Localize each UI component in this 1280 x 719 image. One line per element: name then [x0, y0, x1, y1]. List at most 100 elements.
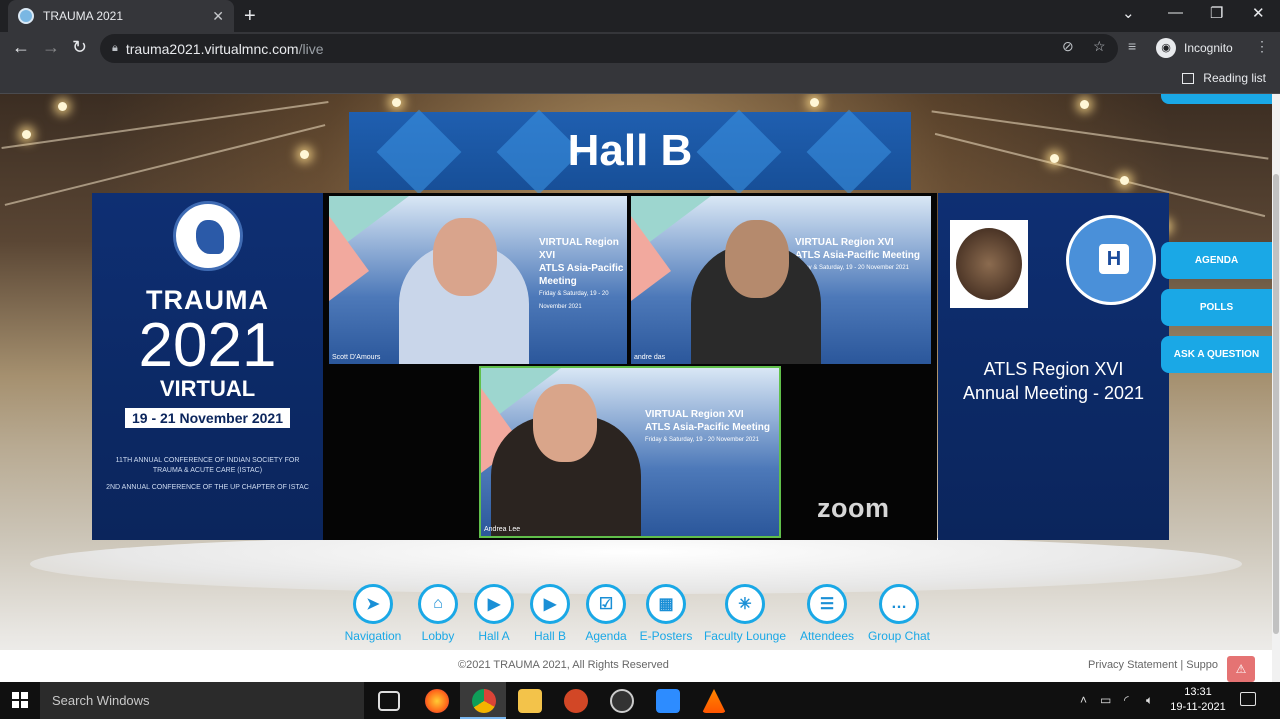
- top-tab-button[interactable]: [1161, 94, 1272, 104]
- media-queue-icon[interactable]: ≡: [1128, 38, 1136, 54]
- powerpoint-icon[interactable]: [564, 689, 588, 713]
- slide-line-1: VIRTUAL Region XVI: [795, 237, 894, 248]
- windows-start-icon[interactable]: [12, 692, 29, 709]
- taskbar-search[interactable]: Search Windows: [40, 682, 364, 719]
- task-view-icon[interactable]: [378, 691, 400, 711]
- atls-title-line-2: Annual Meeting - 2021: [962, 383, 1145, 403]
- polls-button[interactable]: POLLS: [1161, 289, 1272, 326]
- video-tile-active-speaker[interactable]: VIRTUAL Region XVI ATLS Asia-Pacific Mee…: [479, 366, 781, 538]
- reading-list-label: Reading list: [1203, 71, 1266, 85]
- ask-question-button[interactable]: ASK A QUESTION: [1161, 336, 1272, 373]
- chrome-icon[interactable]: [472, 689, 496, 713]
- close-window-button[interactable]: ✕: [1252, 4, 1265, 22]
- video-tile[interactable]: VIRTUAL Region XVI ATLS Asia-Pacific Mee…: [329, 196, 627, 364]
- notification-center-icon[interactable]: [1240, 692, 1256, 706]
- incognito-label: Incognito: [1184, 41, 1233, 55]
- site-favicon-icon: [18, 8, 34, 24]
- footer-links[interactable]: Privacy Statement | Suppo: [1088, 659, 1218, 671]
- tab-close-icon[interactable]: ✕: [212, 8, 224, 25]
- nav-group-chat[interactable]: … Group Chat: [865, 584, 933, 643]
- nav-navigation[interactable]: ➤ Navigation: [338, 584, 408, 643]
- minimize-button[interactable]: —: [1168, 4, 1183, 21]
- vlc-icon[interactable]: [702, 689, 726, 713]
- bookmark-star-icon[interactable]: ☆: [1093, 38, 1106, 55]
- slide-line-3: Friday & Saturday, 19 - 20 November 2021: [795, 265, 909, 271]
- chat-bubble-icon: …: [879, 584, 919, 624]
- slide-line-1: VIRTUAL Region XVI: [539, 237, 619, 261]
- nav-hall-b[interactable]: ▶ Hall B: [529, 584, 571, 643]
- event-dates: 19 - 21 November 2021: [125, 408, 290, 428]
- slide-line-1: VIRTUAL Region XVI: [645, 409, 744, 420]
- new-tab-button[interactable]: +: [244, 5, 256, 28]
- virtual-text: VIRTUAL: [159, 376, 256, 401]
- atls-banner: ATLS Region XVI Annual Meeting - 2021: [938, 193, 1169, 540]
- clock-time: 13:31: [1184, 686, 1212, 698]
- maximize-button[interactable]: ❐: [1210, 4, 1223, 22]
- obs-icon[interactable]: [610, 689, 634, 713]
- scrollbar-thumb[interactable]: [1273, 174, 1279, 634]
- forward-arrow-icon[interactable]: →: [42, 37, 60, 58]
- page-scrollbar[interactable]: [1272, 94, 1280, 682]
- page-footer: ©2021 TRAUMA 2021, All Rights Reserved P…: [0, 650, 1272, 682]
- lock-icon: 🔒︎: [112, 42, 118, 54]
- tab-search-chevron-icon[interactable]: ⌄: [1122, 4, 1135, 22]
- nav-label: Navigation: [344, 629, 402, 643]
- firefox-icon[interactable]: [425, 689, 449, 713]
- nav-attendees[interactable]: ☰ Attendees: [797, 584, 857, 643]
- participant-name: andre das: [634, 354, 666, 361]
- search-placeholder: Search Windows: [52, 693, 150, 708]
- nav-e-posters[interactable]: ▦ E-Posters: [637, 584, 695, 643]
- nav-agenda[interactable]: ☑ Agenda: [583, 584, 629, 643]
- nav-label: Group Chat: [867, 629, 931, 643]
- nav-label: Hall A: [478, 629, 510, 643]
- nav-label: Agenda: [585, 629, 627, 643]
- reading-list-button[interactable]: Reading list: [1182, 71, 1266, 85]
- warning-alert-button[interactable]: ⚠: [1227, 656, 1255, 682]
- back-arrow-icon[interactable]: ←: [12, 37, 30, 58]
- slide-line-2: ATLS Asia-Pacific Meeting: [645, 422, 771, 433]
- volume-icon[interactable]: 🔈︎: [1146, 693, 1153, 708]
- tray-chevron-icon[interactable]: ˄: [1080, 693, 1087, 707]
- participant-name: Scott D'Amours: [332, 354, 381, 361]
- wifi-icon[interactable]: ◜: [1124, 693, 1129, 707]
- tab-title: TRAUMA 2021: [43, 9, 124, 23]
- battery-icon[interactable]: ▭: [1100, 693, 1111, 707]
- page-viewport: Hall B TRAUMA 2021 VIRTUAL 19 - 21 Novem…: [0, 94, 1280, 682]
- third-party-cookies-blocked-icon[interactable]: ⊘: [1062, 38, 1074, 55]
- clipboard-checklist-icon: ☑: [586, 584, 626, 624]
- address-bar[interactable]: 🔒︎ trauma2021.virtualmnc.com /live: [100, 34, 1118, 63]
- nav-lobby[interactable]: ⌂ Lobby: [417, 584, 459, 643]
- agenda-button[interactable]: AGENDA: [1161, 242, 1272, 279]
- file-explorer-icon[interactable]: [518, 689, 542, 713]
- bookmarks-bar: Reading list: [0, 65, 1280, 94]
- nav-label: Attendees: [799, 629, 855, 643]
- browser-tab[interactable]: TRAUMA 2021 ✕: [8, 0, 234, 32]
- conference-line-2: 2ND ANNUAL CONFERENCE OF THE UP CHAPTER …: [106, 484, 309, 491]
- incognito-indicator[interactable]: ◉ Incognito: [1156, 36, 1233, 60]
- reading-list-icon: [1182, 72, 1195, 84]
- atls-logo-icon: [1066, 215, 1156, 305]
- atls-title-line-1: ATLS Region XVI: [983, 359, 1124, 379]
- college-seal-icon: [950, 220, 1028, 308]
- nav-hall-a[interactable]: ▶ Hall A: [473, 584, 515, 643]
- zoom-app-icon[interactable]: [656, 689, 680, 713]
- copyright-text: ©2021 TRAUMA 2021, All Rights Reserved: [458, 659, 669, 671]
- hall-banner: Hall B: [349, 109, 911, 195]
- poster-board-icon: ▦: [646, 584, 686, 624]
- clock-date: 19-11-2021: [1170, 701, 1226, 713]
- id-badge-icon: ☰: [807, 584, 847, 624]
- reload-icon[interactable]: ↻: [72, 37, 87, 58]
- zoom-meeting-video[interactable]: VIRTUAL Region XVI ATLS Asia-Pacific Mee…: [323, 193, 937, 540]
- taskbar-clock[interactable]: 13:31 19-11-2021: [1170, 685, 1226, 715]
- participant-face: [433, 218, 497, 296]
- url-host: trauma2021.virtualmnc.com: [125, 40, 299, 57]
- nav-label: Hall B: [533, 629, 566, 643]
- nav-label: E-Posters: [639, 629, 693, 643]
- nav-faculty-lounge[interactable]: ✳ Faculty Lounge: [701, 584, 789, 643]
- browser-menu-icon[interactable]: ⋮: [1255, 38, 1269, 55]
- trauma-2021-banner: TRAUMA 2021 VIRTUAL 19 - 21 November 202…: [92, 193, 323, 540]
- video-tile[interactable]: VIRTUAL Region XVI ATLS Asia-Pacific Mee…: [631, 196, 931, 364]
- bottom-navigation: ➤ Navigation ⌂ Lobby ▶ Hall A ▶ Hall B ☑…: [338, 584, 938, 644]
- tab-strip: TRAUMA 2021 ✕ + ⌄ — ❐ ✕: [0, 0, 1280, 32]
- istac-logo-icon: [172, 201, 243, 271]
